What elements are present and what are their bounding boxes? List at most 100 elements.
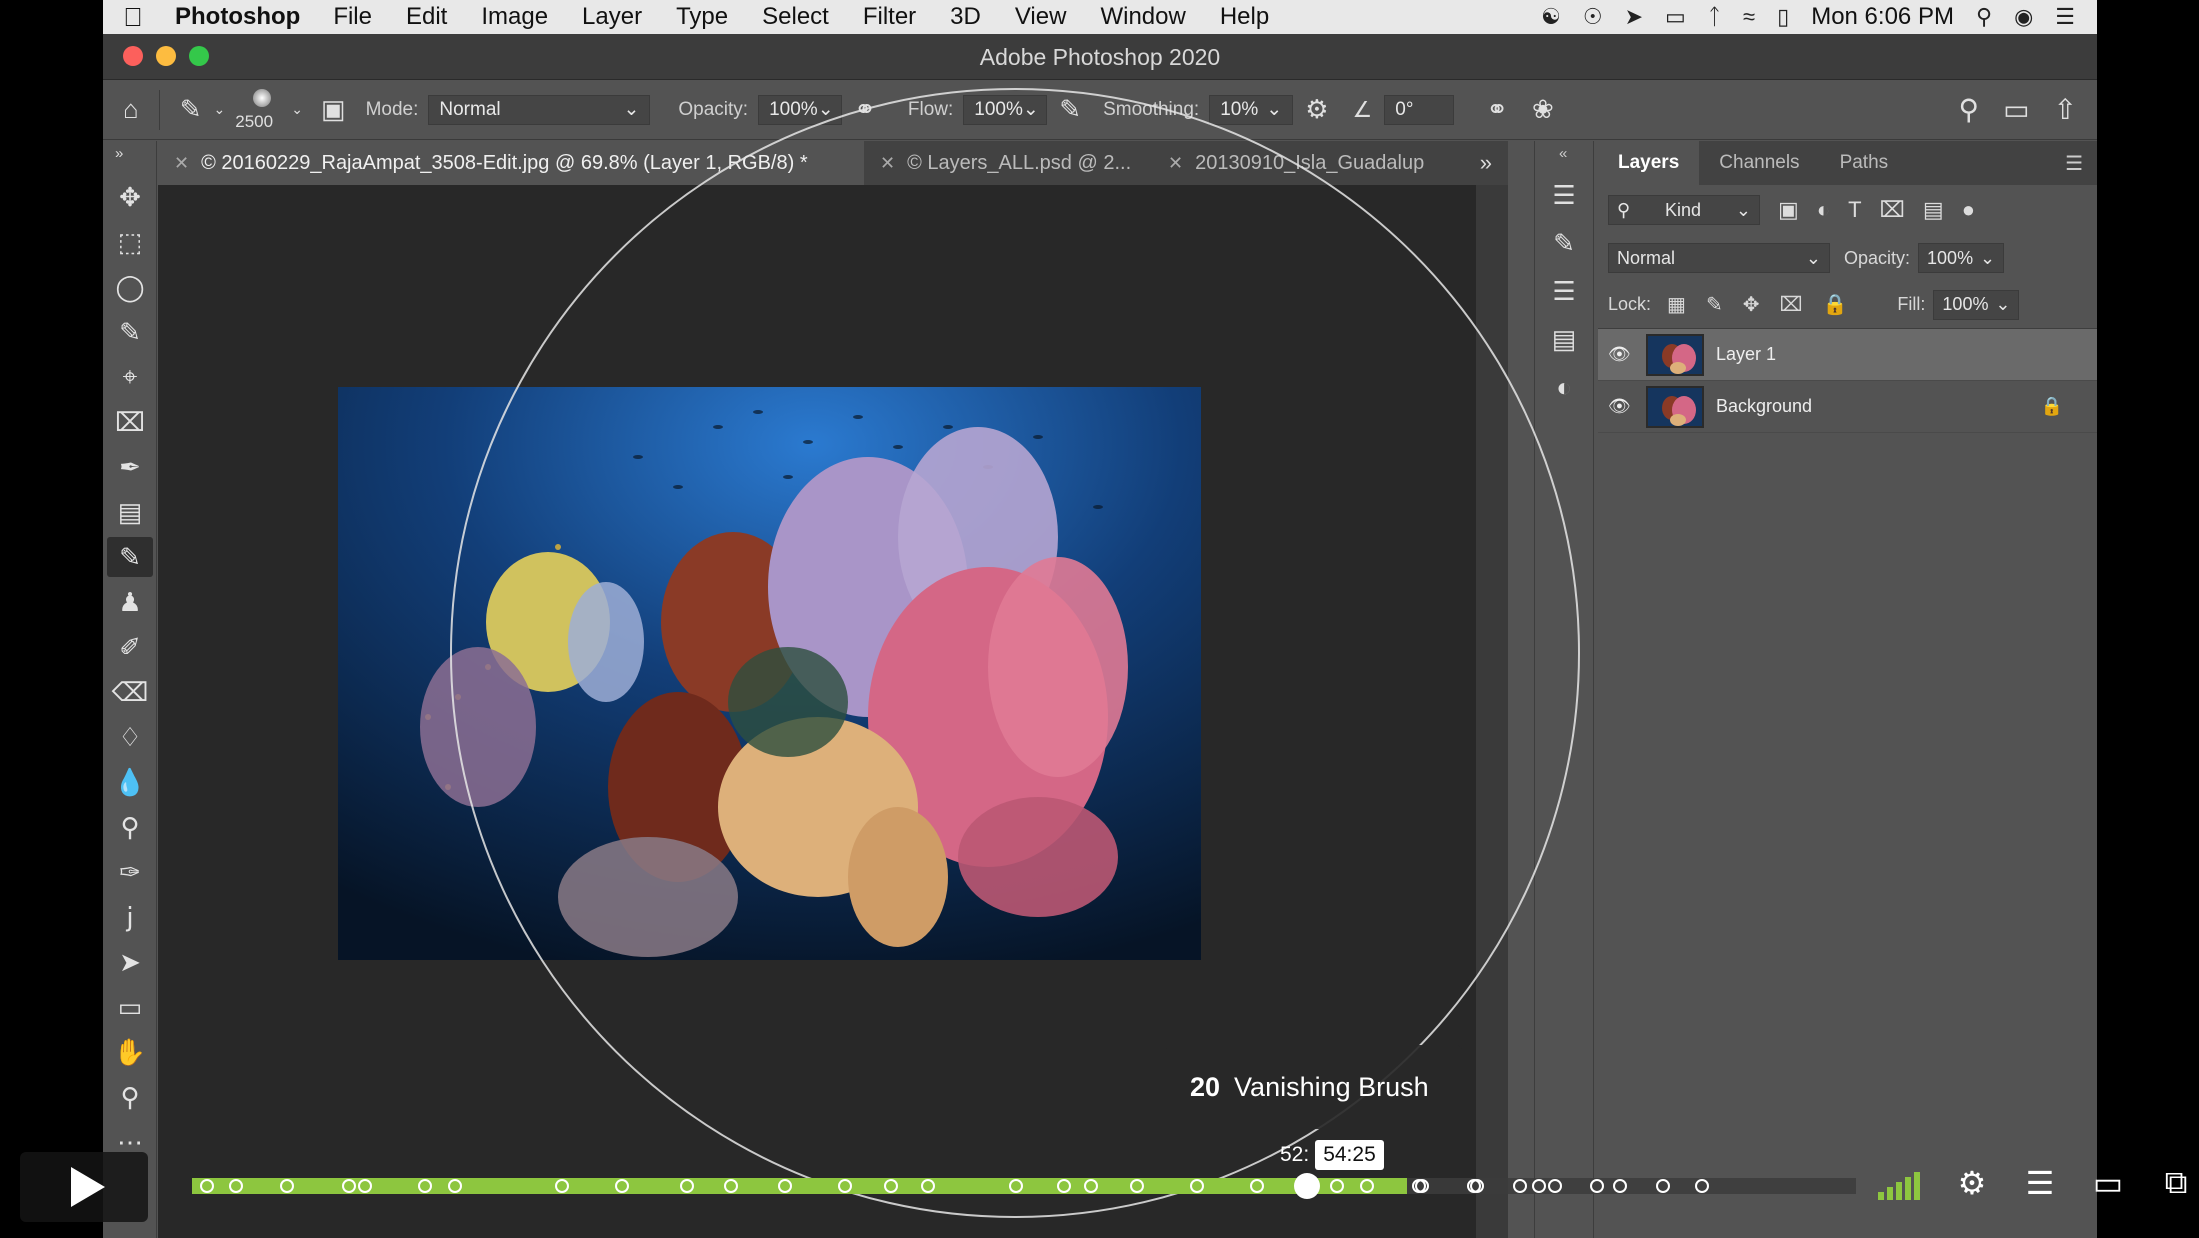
crop-tool-icon[interactable]: ⌖: [107, 357, 153, 397]
spotlight-search-icon[interactable]: ⚲: [1976, 4, 1992, 30]
chapter-marker[interactable]: [1656, 1179, 1671, 1193]
lock-transparent-icon[interactable]: ▦: [1667, 292, 1686, 317]
zoom-tool-icon[interactable]: ⚲: [107, 1077, 153, 1117]
tab-channels[interactable]: Channels: [1699, 141, 1819, 185]
chapter-marker[interactable]: [1083, 1179, 1098, 1193]
blend-mode-dropdown[interactable]: Normal ⌄: [1608, 243, 1830, 273]
hand-tool-icon[interactable]: ✋: [107, 1032, 153, 1072]
bluetooth-icon[interactable]: ᛏ: [1708, 4, 1721, 30]
flow-field[interactable]: 100% ⌄: [963, 94, 1048, 125]
mode-dropdown[interactable]: Normal ⌄: [428, 94, 651, 125]
chapter-marker[interactable]: [554, 1179, 569, 1193]
tab-layers-all[interactable]: ✕ © Layers_ALL.psd @ 2...: [864, 141, 1152, 185]
visibility-eye-icon[interactable]: 👁: [1608, 344, 1640, 365]
brush-tool-preset-icon[interactable]: ✎: [168, 94, 214, 125]
chapter-marker[interactable]: [614, 1179, 629, 1193]
smart-object-filter-icon[interactable]: ▤: [1923, 197, 1944, 223]
lock-position-icon[interactable]: ✥: [1743, 292, 1760, 317]
menu-filter[interactable]: Filter: [846, 3, 933, 31]
libraries-panel-icon[interactable]: ▤: [1535, 315, 1593, 363]
clone-stamp-tool-icon[interactable]: ♟: [107, 582, 153, 622]
pressure-size-icon[interactable]: ⚭: [1474, 94, 1520, 125]
filter-kind-dropdown[interactable]: ⚲ Kind ⌄: [1608, 195, 1760, 225]
onepassword-icon[interactable]: ☉: [1583, 4, 1603, 30]
tab-isla-guadalupe[interactable]: ✕ 20130910_Isla_Guadalup: [1152, 141, 1438, 185]
lasso-tool-icon[interactable]: ◯: [107, 267, 153, 307]
menu-clock[interactable]: Mon 6:06 PM: [1811, 3, 1954, 31]
pressure-opacity-icon[interactable]: ⚭: [842, 94, 888, 125]
chevron-down-icon[interactable]: ⌄: [214, 101, 232, 118]
rectangle-tool-icon[interactable]: ▭: [107, 987, 153, 1027]
panel-menu-icon[interactable]: ☰: [2065, 151, 2097, 176]
tab-paths[interactable]: Paths: [1820, 141, 1909, 185]
progress-bar[interactable]: [192, 1173, 1856, 1199]
close-tab-icon[interactable]: ✕: [1168, 153, 1183, 174]
quick-selection-tool-icon[interactable]: ✎: [107, 312, 153, 352]
history-brush-tool-icon[interactable]: ✐: [107, 627, 153, 667]
move-tool-icon[interactable]: ✥: [107, 177, 153, 217]
search-icon[interactable]: ⚲: [1959, 93, 1980, 126]
share-icon[interactable]: ⇧: [2054, 93, 2077, 126]
collapse-toolbar-icon[interactable]: »: [103, 141, 156, 177]
symmetry-butterfly-icon[interactable]: ❀: [1520, 94, 1566, 125]
brush-settings-panel-icon[interactable]: ▣: [309, 94, 358, 125]
fill-field[interactable]: 100% ⌄: [1933, 289, 2020, 320]
lock-artboard-icon[interactable]: ⌧: [1779, 292, 1802, 317]
menu-view[interactable]: View: [998, 3, 1084, 31]
menu-file[interactable]: File: [316, 3, 389, 31]
settings-gear-icon[interactable]: ⚙: [1950, 1160, 1994, 1206]
adjustments-panel-icon[interactable]: ◐: [1535, 363, 1593, 411]
opacity-field[interactable]: 100% ⌄: [758, 94, 843, 125]
volume-control[interactable]: [1878, 1170, 1930, 1200]
menu-3d[interactable]: 3D: [933, 3, 998, 31]
menu-app-name[interactable]: Photoshop: [163, 3, 316, 31]
type-tool-icon[interactable]: 𝗃: [107, 897, 153, 937]
menu-layer[interactable]: Layer: [565, 3, 659, 31]
chevron-down-icon[interactable]: ⌄: [291, 101, 309, 118]
siri-icon[interactable]: ◉: [2014, 4, 2033, 30]
history-panel-icon[interactable]: ☰: [1535, 171, 1593, 219]
gear-icon[interactable]: ⚙: [1293, 94, 1340, 125]
smoothing-field[interactable]: 10% ⌄: [1209, 94, 1294, 125]
layer-row-layer-1[interactable]: 👁 Layer 1: [1598, 329, 2097, 381]
brush-settings-icon[interactable]: ✎: [1535, 219, 1593, 267]
more-tabs-icon[interactable]: »: [1464, 150, 1508, 176]
chapters-list-icon[interactable]: ☰: [2018, 1160, 2062, 1206]
paint-bucket-tool-icon[interactable]: ♢: [107, 717, 153, 757]
filter-toggle-icon[interactable]: ●: [1962, 197, 1975, 223]
lock-image-icon[interactable]: ✎: [1706, 292, 1723, 317]
battery-icon[interactable]: ▯: [1777, 4, 1789, 30]
close-tab-icon[interactable]: ✕: [880, 153, 895, 174]
brush-size-picker[interactable]: 2500: [231, 85, 291, 135]
chapter-marker[interactable]: [228, 1179, 243, 1193]
chapter-marker[interactable]: [341, 1179, 356, 1193]
forward-icon[interactable]: ➤: [1625, 4, 1643, 30]
notification-center-icon[interactable]: ☰: [2055, 4, 2075, 30]
layer-lock-icon[interactable]: 🔒: [2041, 396, 2063, 417]
chapter-marker[interactable]: [1513, 1179, 1528, 1193]
airbrush-icon[interactable]: ✎: [1047, 94, 1093, 125]
canvas-scrollbar[interactable]: [1476, 185, 1508, 1238]
creative-cloud-icon[interactable]: ☯: [1541, 4, 1561, 30]
play-button[interactable]: [20, 1152, 148, 1222]
wifi-icon[interactable]: ≈: [1743, 4, 1755, 30]
dodge-tool-icon[interactable]: ⚲: [107, 807, 153, 847]
chapter-marker[interactable]: [1613, 1179, 1628, 1193]
chapter-marker[interactable]: [777, 1179, 792, 1193]
menu-image[interactable]: Image: [464, 3, 565, 31]
eraser-tool-icon[interactable]: ⌫: [107, 672, 153, 712]
layer-opacity-field[interactable]: 100% ⌄: [1918, 243, 2005, 273]
chapter-marker[interactable]: [1694, 1179, 1709, 1193]
close-tab-icon[interactable]: ✕: [174, 153, 189, 174]
lock-all-icon[interactable]: 🔒: [1823, 292, 1848, 317]
home-icon[interactable]: ⌂: [103, 94, 151, 125]
menu-window[interactable]: Window: [1083, 3, 1202, 31]
visibility-eye-icon[interactable]: 👁: [1608, 396, 1640, 417]
blur-tool-icon[interactable]: 💧: [107, 762, 153, 802]
apple-logo-icon[interactable]: : [103, 2, 163, 33]
properties-panel-icon[interactable]: ☰: [1535, 267, 1593, 315]
frame-tool-icon[interactable]: ⌧: [107, 402, 153, 442]
angle-field[interactable]: 0°: [1384, 94, 1455, 125]
chapter-marker[interactable]: [1009, 1179, 1024, 1193]
menu-help[interactable]: Help: [1203, 3, 1286, 31]
